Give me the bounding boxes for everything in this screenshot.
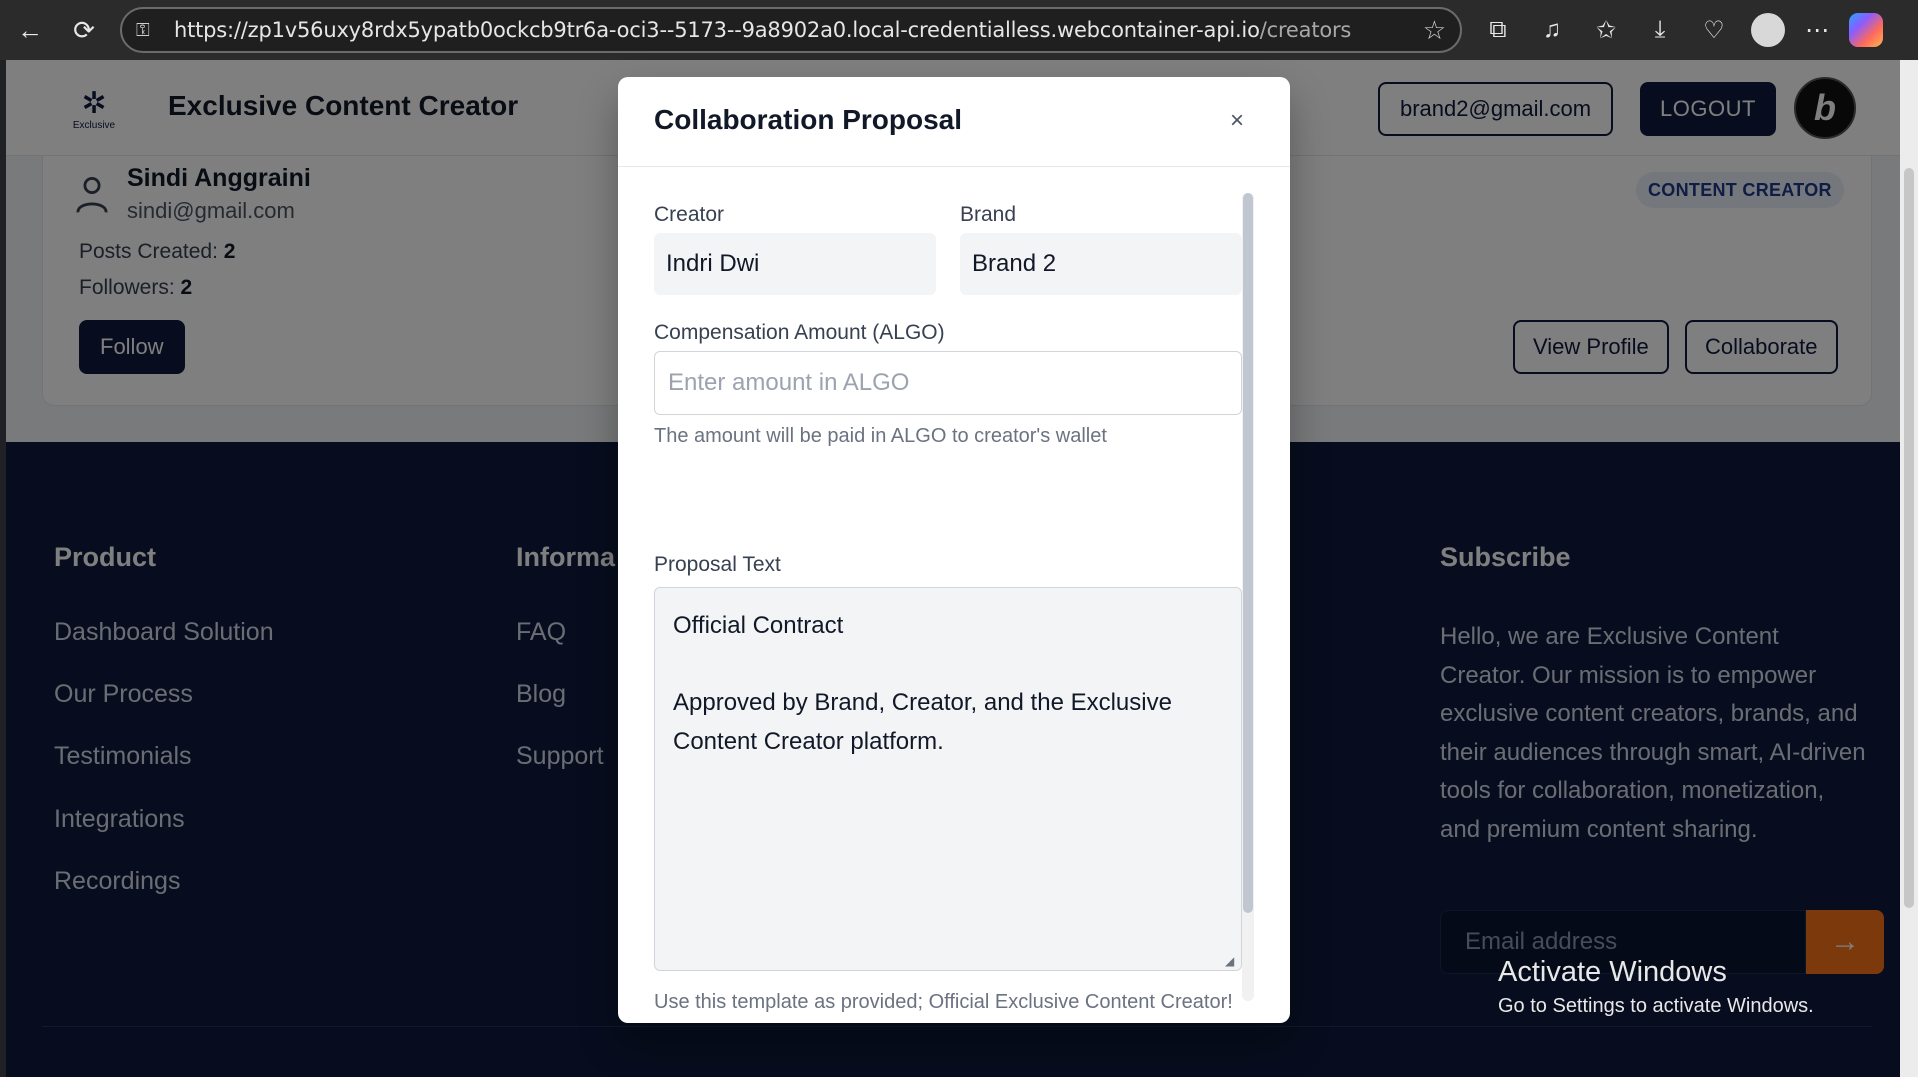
site-info-icon[interactable]: ⚿ xyxy=(136,17,162,43)
collaboration-proposal-modal: Collaboration Proposal × Creator Indri D… xyxy=(618,77,1290,1023)
address-bar[interactable]: ⚿ https://zp1v56uxy8rdx5ypatb0ockcb9tr6a… xyxy=(120,7,1462,53)
page-scrollbar[interactable] xyxy=(1900,60,1918,1077)
url-text: https://zp1v56uxy8rdx5ypatb0ockcb9tr6a-o… xyxy=(174,18,1351,42)
performance-icon[interactable]: ♡ xyxy=(1692,8,1736,52)
downloads-icon[interactable]: ⤓ xyxy=(1638,8,1682,52)
brand-label: Brand xyxy=(960,203,1017,226)
extensions-icon[interactable]: ⧉ xyxy=(1476,8,1520,52)
proposal-hint: Use this template as provided; Official … xyxy=(654,991,1233,1013)
proposal-line-1: Official Contract xyxy=(673,612,844,639)
resize-handle-icon[interactable]: ◢ xyxy=(1225,954,1239,968)
browser-toolbar: ← ⟳ ⚿ https://zp1v56uxy8rdx5ypatb0ockcb9… xyxy=(0,0,1918,60)
brand-field[interactable]: Brand 2 xyxy=(960,233,1242,295)
favorite-star-icon[interactable]: ☆ xyxy=(1423,15,1446,46)
url-path: /creators xyxy=(1259,18,1352,42)
proposal-textarea[interactable]: Official Contract Approved by Brand, Cre… xyxy=(654,587,1242,971)
creator-field[interactable]: Indri Dwi xyxy=(654,233,936,295)
creator-label: Creator xyxy=(654,203,725,226)
amount-label: Compensation Amount (ALGO) xyxy=(654,321,945,344)
proposal-label: Proposal Text xyxy=(654,553,781,576)
more-menu-icon[interactable]: ⋯ xyxy=(1795,8,1839,52)
refresh-icon[interactable]: ⟳ xyxy=(62,8,106,52)
amount-hint: The amount will be paid in ALGO to creat… xyxy=(654,425,1107,447)
url-main: https://zp1v56uxy8rdx5ypatb0ockcb9tr6a-o… xyxy=(174,18,1260,42)
activation-subtitle: Go to Settings to activate Windows. xyxy=(1498,995,1814,1017)
copilot-icon[interactable] xyxy=(1849,13,1883,47)
close-icon[interactable]: × xyxy=(1230,107,1244,135)
amount-input[interactable]: Enter amount in ALGO xyxy=(654,351,1242,415)
windows-activation-watermark: Activate Windows Go to Settings to activ… xyxy=(1498,956,1814,1018)
activation-title: Activate Windows xyxy=(1498,956,1727,988)
profile-avatar-icon[interactable] xyxy=(1751,13,1785,47)
modal-title: Collaboration Proposal xyxy=(654,104,963,135)
page-scrollbar-thumb[interactable] xyxy=(1904,168,1914,908)
modal-scrollbar[interactable] xyxy=(1242,193,1254,1001)
media-icon[interactable]: ♫ xyxy=(1530,8,1574,52)
modal-header: Collaboration Proposal × xyxy=(618,77,1290,167)
favorites-icon[interactable]: ✩ xyxy=(1584,8,1628,52)
back-icon[interactable]: ← xyxy=(8,8,52,52)
modal-scrollbar-thumb[interactable] xyxy=(1243,193,1253,913)
proposal-line-2: Approved by Brand, Creator, and the Excl… xyxy=(673,689,1172,755)
